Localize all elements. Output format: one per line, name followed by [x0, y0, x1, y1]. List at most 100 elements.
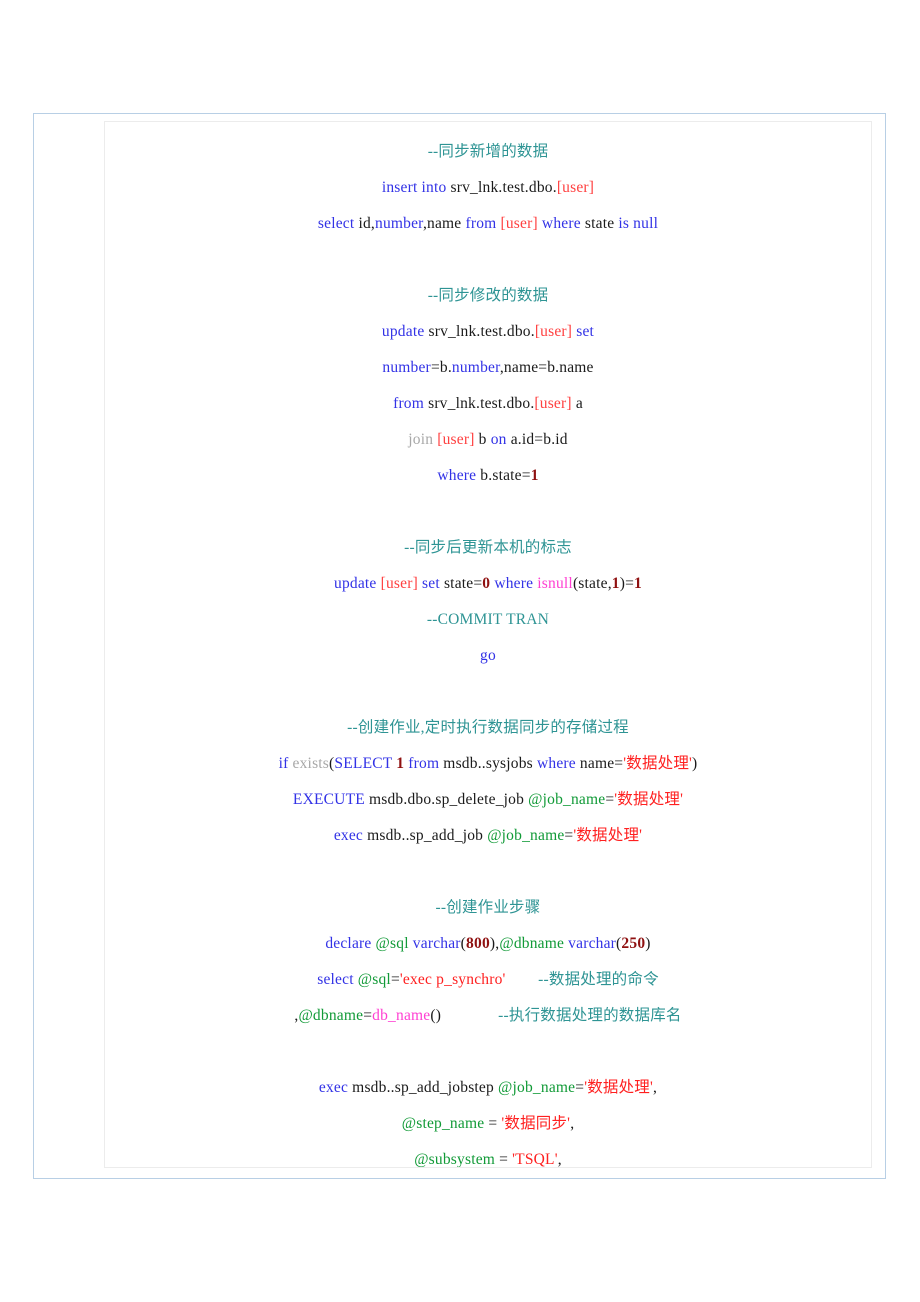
- code-token-var: @subsystem: [414, 1151, 496, 1168]
- code-token-keyword: insert into: [381, 179, 447, 196]
- code-token-keyword: is null: [618, 215, 659, 232]
- code-token-plain: ,name: [422, 215, 466, 232]
- code-line: from srv_lnk.test.dbo.[user] a: [115, 386, 861, 422]
- code-token-bracket: [user]: [500, 215, 538, 232]
- code-token-keyword: update: [334, 575, 377, 592]
- document-content-box: --同步新增的数据 insert into srv_lnk.test.dbo.[u…: [104, 121, 872, 1168]
- code-line: update [user] set state=0 where isnull(s…: [115, 566, 861, 602]
- code-token-plain: =: [484, 1115, 502, 1132]
- code-token-plain: state: [580, 215, 619, 232]
- code-token-comment: --同步后更新本机的标志: [404, 539, 572, 556]
- code-token-number: 1: [530, 467, 539, 484]
- code-token-keyword: if: [278, 755, 289, 772]
- code-token-plain: id,: [354, 215, 375, 232]
- code-token-plain: msdb..sp_add_jobstep: [348, 1079, 499, 1096]
- sql-code-listing: --同步新增的数据 insert into srv_lnk.test.dbo.[u…: [105, 122, 871, 1168]
- code-token-comment: --创建作业步骤: [435, 899, 541, 916]
- code-token-plain: state=: [439, 575, 483, 592]
- code-token-var: @job_name: [528, 791, 606, 808]
- code-token-plain: msdb..sysjobs: [439, 755, 537, 772]
- code-line: number=b.number,name=b.name: [115, 350, 861, 386]
- code-token-keyword: from: [465, 215, 497, 232]
- code-token-plain: ,name=b.name: [499, 359, 594, 376]
- code-token-plain: a.id=b.id: [506, 431, 568, 448]
- code-token-keyword: number: [382, 359, 431, 376]
- code-line: where b.state=1: [115, 458, 861, 494]
- code-token-plain: =b.: [430, 359, 452, 376]
- code-token-plain: =: [390, 971, 400, 988]
- code-line: --同步新增的数据: [115, 134, 861, 170]
- code-token-comment: --创建作业,定时执行数据同步的存储过程: [347, 719, 629, 736]
- code-token-keyword: varchar: [412, 935, 461, 952]
- code-token-number: 800: [466, 935, 490, 952]
- code-token-string: 'exec p_synchro': [399, 971, 506, 988]
- code-token-dim: exists: [292, 755, 330, 772]
- code-token-plain: b: [474, 431, 491, 448]
- code-line: insert into srv_lnk.test.dbo.[user]: [115, 170, 861, 206]
- code-token-comment: --COMMIT TRAN: [426, 611, 550, 628]
- code-line: EXECUTE msdb.dbo.sp_delete_job @job_name…: [115, 782, 861, 818]
- code-token-plain: srv_lnk.test.dbo.: [446, 179, 557, 196]
- code-token-comment: --同步修改的数据: [427, 287, 549, 304]
- code-line: exec msdb..sp_add_jobstep @job_name='数据处…: [115, 1070, 861, 1106]
- code-token-comment: --执行数据处理的数据库名: [498, 1007, 682, 1024]
- code-token-keyword: number: [375, 215, 423, 232]
- code-line: --同步后更新本机的标志: [115, 530, 861, 566]
- code-token-keyword: varchar: [568, 935, 617, 952]
- code-token-keyword: from: [393, 395, 425, 412]
- code-token-plain: name=: [575, 755, 624, 772]
- code-token-keyword: set: [422, 575, 440, 592]
- code-token-var: @dbname: [298, 1007, 364, 1024]
- code-token-plain: )=: [619, 575, 635, 592]
- code-token-plain: ),: [489, 935, 500, 952]
- code-token-bracket: [user]: [534, 395, 572, 412]
- code-token-func: isnull: [537, 575, 573, 592]
- code-token-comment: --数据处理的命令: [538, 971, 659, 988]
- code-token-plain: =: [495, 1151, 513, 1168]
- code-token-plain: msdb..sp_add_job: [363, 827, 488, 844]
- code-token-plain: a: [571, 395, 583, 412]
- code-token-dim: join: [408, 431, 434, 448]
- code-token-keyword: SELECT: [334, 755, 393, 772]
- code-token-string: '数据处理': [623, 755, 693, 772]
- code-line: if exists(SELECT 1 from msdb..sysjobs wh…: [115, 746, 861, 782]
- code-token-var: @job_name: [487, 827, 565, 844]
- code-line: --同步修改的数据: [115, 278, 861, 314]
- code-token-comment: --同步新增的数据: [427, 143, 549, 160]
- code-token-bracket: [user]: [437, 431, 475, 448]
- code-token-keyword: where: [437, 467, 477, 484]
- code-token-string: '数据处理': [573, 827, 643, 844]
- code-token-plain: =: [363, 1007, 373, 1024]
- code-token-plain: ): [692, 755, 698, 772]
- code-token-number: 1: [634, 575, 642, 592]
- code-token-string: '数据处理': [614, 791, 684, 808]
- code-token-keyword: where: [536, 755, 576, 772]
- code-token-plain: =: [605, 791, 615, 808]
- code-line: select id,number,name from [user] where …: [115, 206, 861, 242]
- code-token-plain: =: [575, 1079, 585, 1096]
- code-token-plain: srv_lnk.test.dbo.: [424, 395, 535, 412]
- code-token-keyword: from: [408, 755, 440, 772]
- code-token-string: 'TSQL': [512, 1151, 558, 1168]
- code-token-plain: msdb.dbo.sp_delete_job: [364, 791, 529, 808]
- document-page-frame: --同步新增的数据 insert into srv_lnk.test.dbo.[u…: [33, 113, 886, 1179]
- code-line: --创建作业步骤: [115, 890, 861, 926]
- code-token-plain: ,: [557, 1151, 562, 1168]
- code-line: @subsystem = 'TSQL',: [115, 1142, 861, 1168]
- code-line: go: [115, 638, 861, 674]
- code-token-keyword: EXECUTE: [292, 791, 365, 808]
- code-token-var: @step_name: [401, 1115, 485, 1132]
- code-token-plain: ,: [570, 1115, 575, 1132]
- code-line: join [user] b on a.id=b.id: [115, 422, 861, 458]
- code-token-number: 1: [611, 575, 620, 592]
- code-line: exec msdb..sp_add_job @job_name='数据处理': [115, 818, 861, 854]
- code-token-keyword: go: [480, 647, 496, 664]
- code-token-keyword: number: [451, 359, 500, 376]
- code-token-bracket: [user]: [534, 323, 573, 340]
